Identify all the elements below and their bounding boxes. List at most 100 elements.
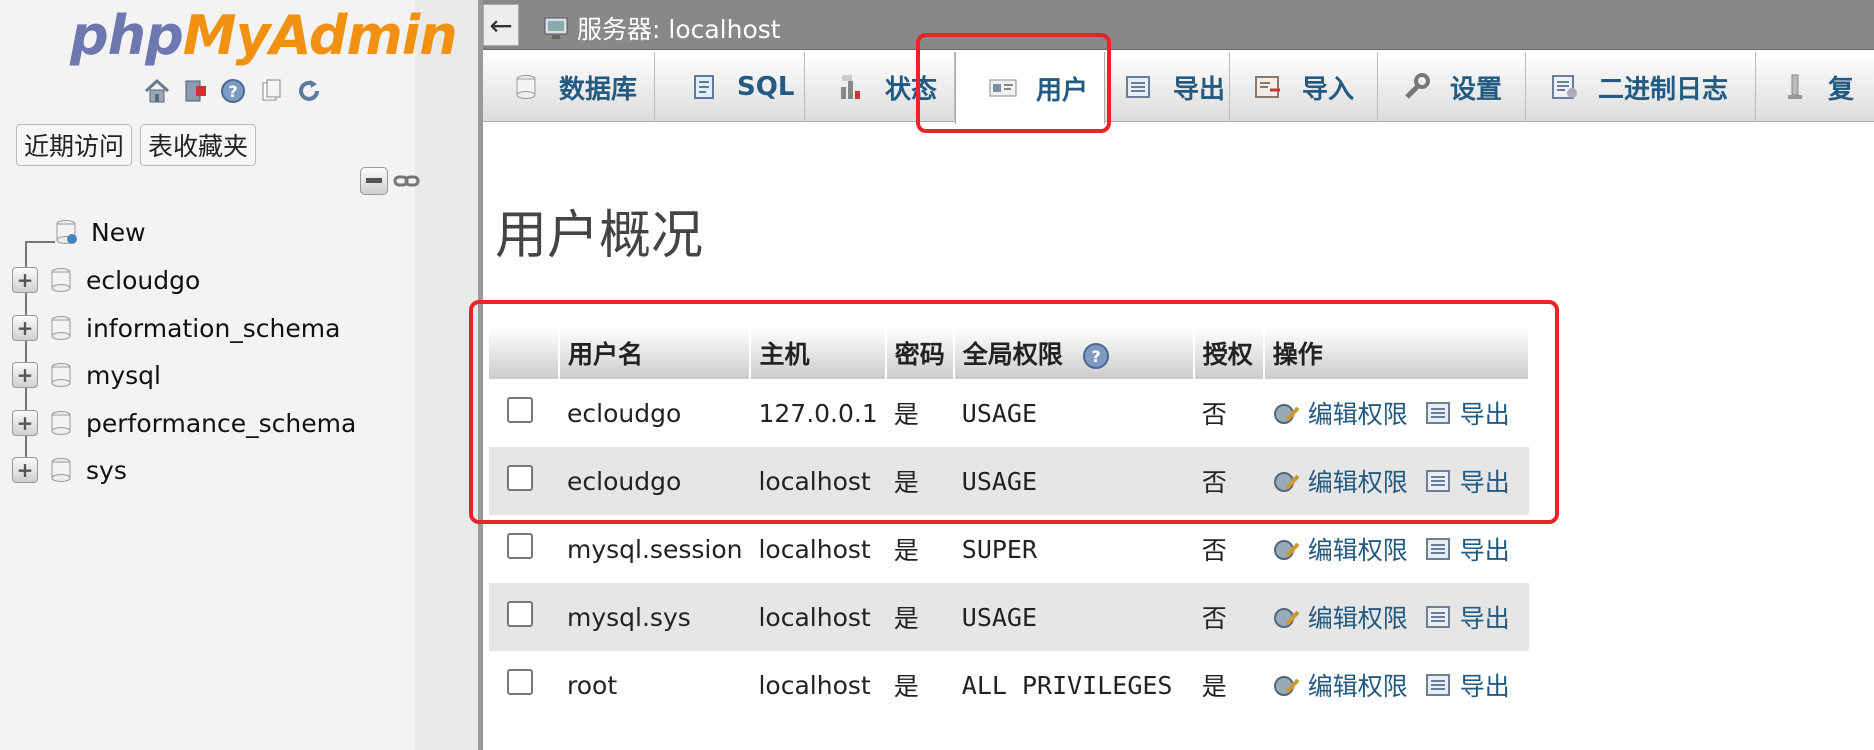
tree-item-database[interactable]: + information_schema	[12, 308, 340, 348]
cell-grant: 否	[1193, 583, 1264, 651]
edit-privileges-icon[interactable]	[1272, 670, 1302, 700]
database-name: sys	[86, 455, 127, 485]
row-checkbox[interactable]	[507, 669, 533, 695]
collapse-all-icon[interactable]	[360, 167, 388, 195]
page-title: 用户概况	[495, 206, 704, 266]
export-link[interactable]: 导出	[1460, 667, 1510, 703]
tab-label: 复	[1828, 74, 1855, 105]
database-icon	[511, 72, 541, 102]
cell-password: 是	[885, 583, 954, 651]
row-select-cell	[489, 651, 559, 719]
tab-replication[interactable]: 复	[1756, 52, 1874, 122]
edit-privileges-link[interactable]: 编辑权限	[1308, 531, 1408, 567]
export-icon	[1125, 72, 1155, 102]
expand-icon[interactable]: +	[12, 410, 38, 436]
export-icon[interactable]	[1424, 602, 1454, 632]
users-tab-highlight	[916, 33, 1111, 133]
tab-label: 导出	[1173, 74, 1226, 105]
phpmyadmin-logo[interactable]: phpMyAdmin	[70, 4, 458, 67]
row-select-cell	[489, 583, 559, 651]
database-icon	[51, 268, 71, 292]
tree-item-new[interactable]: New	[55, 212, 146, 252]
table-row: mysql.sys localhost 是 USAGE 否 编辑权限 导出	[489, 583, 1529, 651]
tab-settings[interactable]: 设置	[1378, 52, 1526, 122]
edit-privileges-icon[interactable]	[1272, 602, 1302, 632]
database-name: ecloudgo	[86, 265, 201, 295]
database-icon	[51, 458, 71, 482]
cell-username: root	[567, 670, 618, 700]
edit-privileges-link[interactable]: 编辑权限	[1308, 599, 1408, 635]
recent-button[interactable]: 近期访问	[16, 124, 133, 166]
cell-password: 是	[893, 536, 919, 565]
export-link[interactable]: 导出	[1460, 599, 1510, 635]
row-checkbox[interactable]	[507, 533, 533, 559]
tree-item-database[interactable]: + ecloudgo	[12, 260, 200, 300]
cell-privileges: ALL PRIVILEGES	[961, 670, 1173, 700]
breadcrumb[interactable]: 服务器: localhost	[543, 10, 781, 46]
import-icon	[1254, 72, 1284, 102]
tab-binlog[interactable]: 二进制日志	[1526, 52, 1756, 122]
database-name: information_schema	[86, 313, 341, 343]
back-button[interactable]: ←	[483, 4, 519, 46]
cell-username: mysql.session	[567, 534, 743, 564]
tree-item-database[interactable]: + sys	[12, 450, 127, 490]
tab-import[interactable]: 导入	[1230, 52, 1378, 122]
database-name: mysql	[86, 360, 161, 390]
docs-icon[interactable]	[256, 76, 286, 106]
expand-icon[interactable]: +	[12, 267, 38, 293]
tree-controls	[360, 167, 422, 199]
expand-icon[interactable]: +	[12, 457, 38, 483]
cell-actions: 编辑权限 导出	[1263, 583, 1529, 651]
tree-item-database[interactable]: + performance_schema	[12, 403, 356, 443]
logo-admin: Admin	[269, 4, 458, 67]
database-icon	[51, 411, 71, 435]
expand-icon[interactable]: +	[12, 362, 38, 388]
logo-my: My	[182, 4, 271, 67]
favorites-button[interactable]: 表收藏夹	[140, 124, 257, 166]
sidebar-tab-buttons: 近期访问 表收藏夹	[16, 124, 257, 166]
export-link[interactable]: 导出	[1460, 531, 1510, 567]
row-checkbox[interactable]	[507, 601, 533, 627]
exit-icon[interactable]	[180, 76, 210, 106]
tree-item-database[interactable]: + mysql	[12, 355, 161, 395]
row-select-cell	[489, 515, 559, 583]
help-icon[interactable]: ?	[218, 76, 248, 106]
tree-connector	[25, 241, 55, 243]
tab-label: 二进制日志	[1598, 74, 1729, 105]
cell-password: 是	[893, 672, 919, 701]
link-with-main-icon[interactable]	[392, 167, 422, 199]
edit-privileges-link[interactable]: 编辑权限	[1308, 667, 1408, 703]
export-icon[interactable]	[1424, 670, 1454, 700]
cell-privileges: USAGE	[953, 583, 1194, 651]
cell-username: mysql.sys	[559, 583, 751, 651]
cell-actions: 编辑权限 导出	[1264, 651, 1529, 719]
sidebar-nav-icons: ?	[142, 76, 324, 106]
reload-icon[interactable]	[294, 76, 324, 106]
navigation-sidebar: phpMyAdmin ? 近期访问 表收藏夹 New + ecloudgo + …	[0, 0, 478, 750]
tab-sql[interactable]: SQL	[655, 52, 805, 122]
tab-label: 导入	[1302, 74, 1355, 105]
expand-icon[interactable]: +	[12, 315, 38, 341]
tab-export[interactable]: 导出	[1105, 52, 1230, 122]
sql-icon	[689, 72, 719, 102]
top-breadcrumb-bar: ← 服务器: localhost	[483, 0, 1874, 50]
breadcrumb-server: 服务器: localhost	[577, 15, 781, 44]
tree-new-label: New	[91, 217, 146, 247]
edit-privileges-icon[interactable]	[1272, 534, 1302, 564]
export-icon[interactable]	[1424, 534, 1454, 564]
cell-actions: 编辑权限 导出	[1264, 515, 1529, 583]
tab-label: 数据库	[559, 74, 638, 105]
home-icon[interactable]	[142, 76, 172, 106]
tab-databases[interactable]: 数据库	[483, 52, 655, 122]
new-database-icon	[56, 220, 77, 244]
cell-grant: 是	[1201, 672, 1227, 701]
logo-php: php	[70, 4, 184, 67]
settings-icon	[1402, 72, 1432, 102]
tab-label: 设置	[1450, 74, 1503, 105]
main-tabs: 数据库 SQL 状态 用户 导出 导入 设置 二进制日志 复	[483, 52, 1874, 124]
database-name: performance_schema	[86, 408, 357, 438]
status-icon	[837, 72, 867, 102]
replication-icon	[1780, 72, 1810, 102]
binlog-icon	[1550, 72, 1580, 102]
cell-host: localhost	[758, 670, 871, 700]
